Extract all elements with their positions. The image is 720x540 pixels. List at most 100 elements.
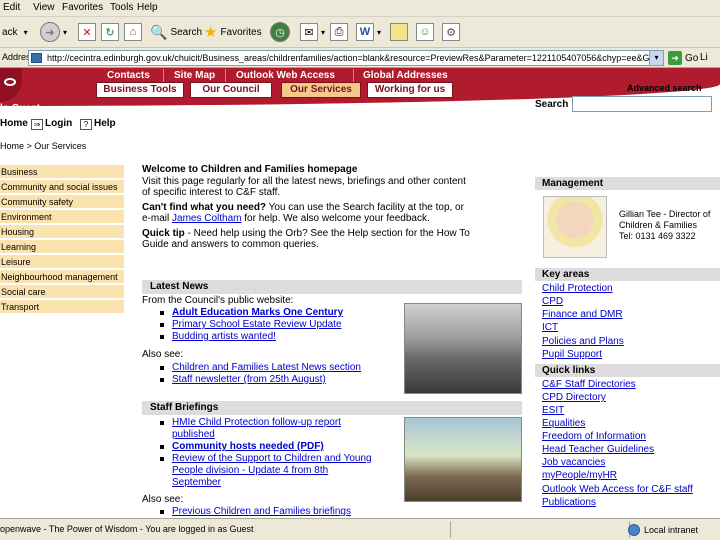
mail-icon: ✉ [300, 23, 318, 41]
search-icon: 🔍 [150, 23, 168, 40]
research-button[interactable]: ⚙ [442, 21, 460, 43]
chevron-down-icon[interactable]: ▾ [24, 28, 28, 37]
chevron-down-icon[interactable]: ▾ [649, 51, 663, 65]
nav-business-tools[interactable]: Business Tools [96, 82, 184, 98]
briefing-link[interactable]: HMIe Child Protection follow-up report pu… [158, 417, 372, 441]
status-bar: openwave - The Power of Wisdom - You are… [0, 518, 720, 540]
nav-our-services[interactable]: Our Services [281, 82, 361, 98]
menu-edit[interactable]: Edit [3, 2, 20, 13]
chevron-down-icon[interactable]: ▾ [377, 28, 381, 37]
edit-button[interactable]: W ▾ [356, 21, 381, 43]
leftnav-item-community-safety[interactable]: Community safety [0, 195, 124, 210]
cant-find-heading: Can't find what you need? [142, 202, 267, 213]
links-label[interactable]: Li [700, 52, 708, 63]
refresh-icon: ↻ [101, 23, 119, 41]
leftnav-item-business[interactable]: Business [0, 165, 124, 180]
toplink-global-addresses[interactable]: Global Addresses [363, 70, 448, 81]
favorites-button[interactable]: ★ Favorites [204, 21, 262, 43]
quick-link[interactable]: Equalities [542, 418, 585, 429]
search-button[interactable]: 🔍 Search [150, 21, 202, 43]
home-button[interactable]: ⌂ [124, 21, 142, 43]
briefing-link[interactable]: Review of the Support to Children and Yo… [158, 453, 372, 489]
star-icon: ★ [204, 24, 218, 41]
menu-view[interactable]: View [33, 2, 55, 13]
briefing-photo [404, 417, 522, 502]
mail-button[interactable]: ✉ ▾ [300, 21, 325, 43]
back-button[interactable]: ack ▾ [2, 21, 28, 43]
quick-link[interactable]: Job vacancies [542, 457, 605, 468]
leftnav-item-leisure[interactable]: Leisure [0, 255, 124, 270]
quick-link[interactable]: Head Teacher Guidelines [542, 444, 654, 455]
welcome-text: of specific interest to C&F staff. [142, 187, 281, 198]
toplink-sitemap[interactable]: Site Map [174, 70, 215, 81]
news-link[interactable]: Budding artists wanted! [158, 331, 343, 343]
zone-label: Local intranet [644, 525, 699, 535]
login-icon: ⇒ [31, 119, 43, 130]
help-link[interactable]: Help [94, 118, 116, 129]
key-area-link[interactable]: Policies and Plans [542, 336, 624, 347]
guest-label: lo Guest [0, 103, 41, 114]
key-area-link[interactable]: Child Protection [542, 283, 613, 294]
toplink-contacts[interactable]: Contacts [107, 70, 150, 81]
nav-our-council[interactable]: Our Council [190, 82, 272, 98]
leftnav-item-community-social[interactable]: Community and social issues [0, 180, 124, 195]
leftnav-item-environment[interactable]: Environment [0, 210, 124, 225]
leftnav-item-learning[interactable]: Learning [0, 240, 124, 255]
leftnav-item-housing[interactable]: Housing [0, 225, 124, 240]
print-button[interactable]: ⎙ [330, 21, 348, 43]
home-link[interactable]: Home [0, 118, 28, 129]
stop-button[interactable]: ✕ [78, 21, 96, 43]
briefing-link[interactable]: Community hosts needed (PDF) [158, 441, 372, 453]
briefing-also-link[interactable]: Previous Children and Families briefings [158, 506, 351, 518]
breadcrumb[interactable]: Home > Our Services [0, 141, 86, 151]
key-area-link[interactable]: Pupil Support [542, 349, 602, 360]
key-area-link[interactable]: Finance and DMR [542, 309, 623, 320]
address-input[interactable]: http://cecintra.edinburgh.gov.uk/chuicit… [28, 50, 664, 66]
news-link[interactable]: Adult Education Marks One Century [158, 307, 343, 319]
address-bar: Address http://cecintra.edinburgh.gov.uk… [0, 48, 720, 68]
status-text: openwave - The Power of Wisdom - You are… [0, 524, 254, 534]
manager-phone: Tel: 0131 469 3322 [619, 231, 696, 241]
forward-button[interactable]: ➜ ▾ [40, 21, 67, 43]
quick-link[interactable]: Outlook Web Access for C&F staff [542, 484, 693, 495]
news-link[interactable]: Primary School Estate Review Update [158, 319, 343, 331]
search-label: Search [170, 26, 203, 38]
toplink-owa[interactable]: Outlook Web Access [236, 70, 335, 81]
briefing-link-text: published [172, 429, 215, 440]
key-area-link[interactable]: ICT [542, 322, 558, 333]
messenger-button[interactable]: ☺ [416, 21, 434, 43]
refresh-button[interactable]: ↻ [101, 21, 119, 43]
chevron-down-icon[interactable]: ▾ [321, 28, 325, 37]
history-button[interactable]: ◷ [270, 21, 290, 43]
search-input[interactable] [572, 96, 712, 112]
menu-help[interactable]: Help [137, 2, 158, 13]
leftnav-item-transport[interactable]: Transport [0, 300, 124, 315]
key-area-link[interactable]: CPD [542, 296, 563, 307]
security-zone[interactable]: Local intranet [628, 524, 698, 536]
quick-link[interactable]: ESIT [542, 405, 564, 416]
news-also-link[interactable]: Children and Families Latest News sectio… [158, 362, 361, 374]
quick-link[interactable]: CPD Directory [542, 392, 606, 403]
quick-link[interactable]: myPeople/myHR [542, 470, 617, 481]
chevron-down-icon[interactable]: ▾ [63, 28, 67, 37]
help-icon: ? [80, 119, 92, 130]
quick-link[interactable]: C&F Staff Directories [542, 379, 636, 390]
quick-link[interactable]: Publications [542, 497, 596, 508]
leftnav-item-social-care[interactable]: Social care [0, 285, 124, 300]
news-also-link[interactable]: Staff newsletter (from 25th August) [158, 374, 361, 386]
page-title: Welcome to Children and Families homepag… [142, 164, 358, 175]
key-areas-heading: Key areas [535, 268, 720, 281]
go-button[interactable]: ➜ Go [668, 50, 698, 66]
menu-tools[interactable]: Tools [110, 2, 133, 13]
discuss-button[interactable] [390, 21, 408, 43]
contact-email-link[interactable]: James Coltham [172, 213, 241, 224]
page-icon [31, 53, 42, 63]
menu-favorites[interactable]: Favorites [62, 2, 103, 13]
login-link[interactable]: Login [45, 118, 72, 129]
nav-working-for-us[interactable]: Working for us [367, 82, 453, 98]
leftnav-item-neighbourhood[interactable]: Neighbourhood management [0, 270, 124, 285]
management-heading: Management [535, 177, 720, 190]
quick-link[interactable]: Freedom of Information [542, 431, 646, 442]
advanced-search-link[interactable]: Advanced search [627, 83, 702, 93]
globe-icon [628, 524, 640, 536]
